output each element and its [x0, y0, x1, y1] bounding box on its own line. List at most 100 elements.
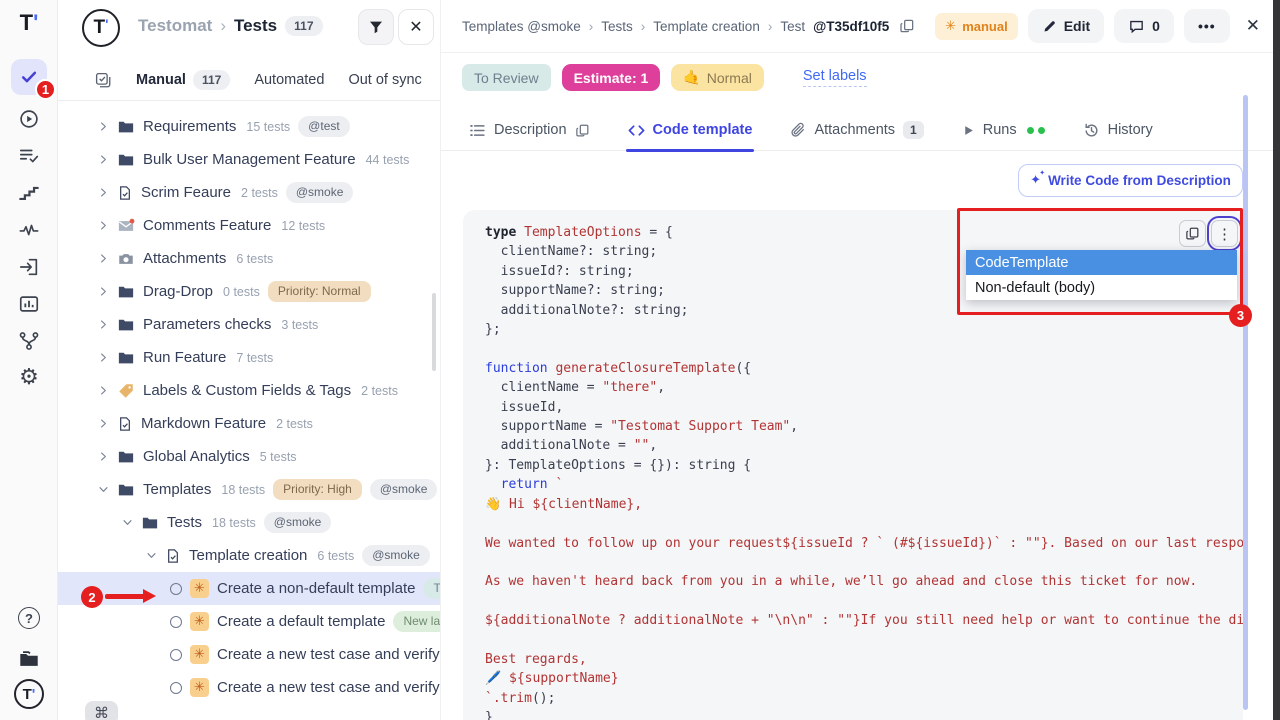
tree-suite-row[interactable]: Bulk User Management Feature44 tests — [58, 143, 440, 176]
chevron-right-icon[interactable] — [98, 352, 109, 363]
manual-status-badge: ✳ manual — [935, 13, 1017, 40]
test-tree: Requirements15 tests@testBulk User Manag… — [58, 110, 440, 704]
tree-item-count: 2 tests — [276, 417, 313, 431]
chevron-right-icon[interactable] — [98, 121, 109, 132]
play-icon — [962, 124, 975, 137]
tree-test-row[interactable]: ✳Create a new test case and verify — [58, 671, 440, 704]
tree-item-label: Create a default template — [217, 613, 385, 630]
rail-item-pulse-icon[interactable] — [11, 212, 47, 248]
tab-manual[interactable]: Manual117 — [136, 70, 230, 90]
tab-attachments[interactable]: Attachments1 — [790, 110, 923, 151]
chevron-down-icon[interactable] — [98, 484, 109, 495]
priority-hand-icon: 🤙 — [683, 69, 700, 86]
chevron-right-icon[interactable] — [98, 286, 109, 297]
set-labels-link[interactable]: Set labels — [803, 68, 867, 87]
testomat-logo-icon[interactable]: T' — [82, 9, 120, 47]
tree-suite-row[interactable]: Requirements15 tests@test — [58, 110, 440, 143]
tree-item-label: Create a new test case and verify — [217, 646, 440, 663]
tree-test-row[interactable]: ✳Create a non-default templateTo — [58, 572, 440, 605]
tab-description[interactable]: Description — [469, 110, 590, 151]
chevron-right-icon[interactable] — [98, 451, 109, 462]
chevron-right-icon[interactable] — [98, 385, 109, 396]
chevron-down-icon[interactable] — [122, 517, 133, 528]
chevron-right-icon[interactable] — [98, 253, 109, 264]
tab-label: Automated — [254, 72, 324, 88]
comments-button[interactable]: 0 — [1114, 9, 1174, 43]
label-badge-to-review[interactable]: To Review — [462, 64, 551, 91]
bulk-select-icon[interactable] — [94, 71, 112, 89]
rail-item-gear-icon[interactable]: ⚙ — [11, 360, 47, 396]
tree-item-label: Labels & Custom Fields & Tags — [143, 382, 351, 399]
folder-icon — [117, 118, 135, 136]
tree-item-label: Attachments — [143, 250, 226, 267]
tab-out-of-sync[interactable]: Out of sync — [348, 72, 421, 88]
code-line: 🖊️ ${supportName} — [485, 669, 1243, 688]
chevron-right-icon[interactable] — [98, 187, 109, 198]
code-line — [485, 592, 1243, 611]
tests-panel-header: T' Testomat › Tests 117 ✕ — [58, 0, 440, 60]
chevron-down-icon[interactable] — [146, 550, 157, 561]
tree-suite-row[interactable]: Template creation6 tests@smoke — [58, 539, 440, 572]
tree-suite-row[interactable]: Templates18 testsPriority: High@smoke — [58, 473, 440, 506]
annotation-step-1: 1 — [35, 79, 56, 100]
detail-scrollbar[interactable] — [1243, 95, 1248, 710]
tab-runs[interactable]: Runs — [962, 110, 1045, 151]
label-badge-normal[interactable]: 🤙Normal — [671, 64, 764, 91]
tree-suite-row[interactable]: Labels & Custom Fields & Tags2 tests — [58, 374, 440, 407]
tree-test-row[interactable]: ✳Create a new test case and verify — [58, 638, 440, 671]
tree-suite-row[interactable]: Tests18 tests@smoke — [58, 506, 440, 539]
code-line: `.trim(); — [485, 689, 1243, 708]
code-line: clientName = "there", — [485, 378, 1243, 397]
rail-item-branch-icon[interactable] — [11, 323, 47, 359]
crumb-tests[interactable]: Tests — [601, 19, 633, 34]
tab-history[interactable]: History — [1083, 110, 1153, 151]
rail-item-steps-icon[interactable] — [11, 175, 47, 211]
crumb-templates[interactable]: Templates @smoke — [462, 19, 581, 34]
rail-item-bar-chart-icon[interactable] — [11, 286, 47, 322]
close-tests-panel-button[interactable]: ✕ — [398, 9, 434, 45]
camera-icon — [117, 250, 135, 268]
tree-suite-row[interactable]: Markdown Feature2 tests — [58, 407, 440, 440]
crumb-template-creation[interactable]: Template creation — [653, 19, 760, 34]
tree-item-label: Scrim Feaure — [141, 184, 231, 201]
chevron-right-icon[interactable] — [98, 418, 109, 429]
tree-suite-row[interactable]: Parameters checks3 tests — [58, 308, 440, 341]
list-icon — [469, 122, 486, 139]
tree-suite-row[interactable]: Comments Feature12 tests — [58, 209, 440, 242]
close-detail-button[interactable]: ✕ — [1240, 16, 1266, 36]
copy-test-id-icon[interactable] — [899, 18, 915, 34]
code-line: 👋 Hi ${clientName}, — [485, 495, 1243, 514]
tabs-holder: Manual117 Automated Out of sync — [136, 70, 422, 90]
tree-item-label: Requirements — [143, 118, 236, 135]
rail-item-play-circle-icon[interactable] — [11, 101, 47, 137]
breadcrumb-app[interactable]: Testomat — [138, 16, 212, 36]
command-shortcut-chip[interactable]: ⌘ — [85, 701, 118, 720]
tree-suite-row[interactable]: Global Analytics5 tests — [58, 440, 440, 473]
rail-item-testomat-logo-icon[interactable]: T' — [11, 676, 47, 712]
filter-button[interactable] — [358, 9, 394, 45]
tree-suite-row[interactable]: Scrim Feaure2 tests@smoke — [58, 176, 440, 209]
edit-button[interactable]: Edit — [1028, 9, 1104, 43]
label-badge-estimate-1[interactable]: Estimate: 1 — [562, 64, 661, 91]
tree-suite-row[interactable]: Drag-Drop0 testsPriority: Normal — [58, 275, 440, 308]
rail-item-sign-in-icon[interactable] — [11, 249, 47, 285]
tree-suite-row[interactable]: Run Feature7 tests — [58, 341, 440, 374]
green-dot-icon — [1027, 127, 1034, 134]
chevron-right-icon[interactable] — [98, 154, 109, 165]
tree-suite-row[interactable]: Attachments 6 tests — [58, 242, 440, 275]
tree-test-row[interactable]: ✳Create a default templateNew labe — [58, 605, 440, 638]
tree-scrollbar[interactable] — [432, 293, 436, 371]
tree-item-count: 6 tests — [236, 252, 273, 266]
rail-item-projects-folder-icon[interactable] — [11, 641, 47, 677]
tab-code-template[interactable]: Code template — [628, 110, 753, 151]
chevron-right-icon[interactable] — [98, 220, 109, 231]
rail-item-help-icon[interactable]: ? — [11, 600, 47, 636]
tab-automated[interactable]: Automated — [254, 72, 324, 88]
app-logo-icon[interactable]: T' — [0, 10, 58, 36]
more-actions-button[interactable]: ••• — [1184, 9, 1230, 43]
rail-item-list-check-icon[interactable] — [11, 138, 47, 174]
write-code-from-description-button[interactable]: ✦✦ Write Code from Description — [1018, 164, 1243, 197]
tag-badge: @smoke — [264, 512, 332, 532]
chevron-right-icon[interactable] — [98, 319, 109, 330]
copy-description-icon[interactable] — [575, 123, 590, 138]
